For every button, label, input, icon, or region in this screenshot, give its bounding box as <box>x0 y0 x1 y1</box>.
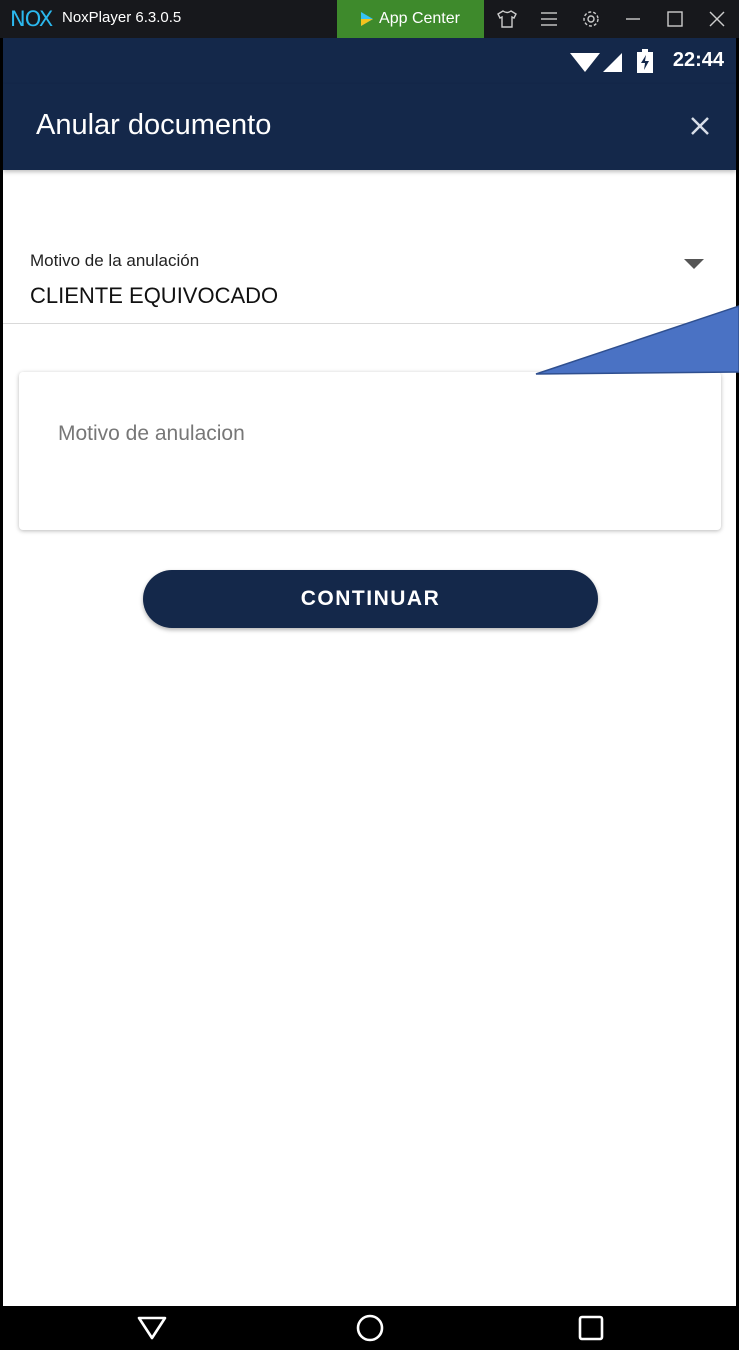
back-icon[interactable] <box>135 1313 169 1343</box>
shirt-icon[interactable] <box>496 8 518 30</box>
nox-logo: NOX <box>10 7 53 31</box>
emulator-title: NoxPlayer 6.3.0.5 <box>62 9 182 26</box>
android-nav-bar <box>3 1306 736 1350</box>
play-store-icon <box>361 12 374 26</box>
battery-charging-icon <box>637 49 653 73</box>
maximize-icon[interactable] <box>664 8 686 30</box>
reason-text-input[interactable] <box>58 422 658 446</box>
recents-icon[interactable] <box>574 1313 608 1343</box>
home-icon[interactable] <box>353 1313 387 1343</box>
close-window-icon[interactable] <box>706 8 728 30</box>
minimize-icon[interactable] <box>622 8 644 30</box>
emulator-titlebar: NOX NoxPlayer 6.3.0.5 App Center <box>0 0 739 38</box>
dropdown-arrow-icon[interactable] <box>684 259 704 269</box>
reason-select-value: CLIENTE EQUIVOCADO <box>30 283 279 308</box>
reason-text-card <box>19 372 721 530</box>
status-time: 22:44 <box>672 49 724 71</box>
reason-select-label: Motivo de la anulación <box>30 251 200 270</box>
continue-button[interactable]: CONTINUAR <box>143 570 598 628</box>
settings-icon[interactable] <box>580 8 602 30</box>
app-bar: Anular documento <box>3 84 736 170</box>
page-title: Anular documento <box>36 109 272 141</box>
phone-screen: 22:44 Anular documento Motivo de la anul… <box>3 38 736 1350</box>
reason-select[interactable]: Motivo de la anulación CLIENTE EQUIVOCAD… <box>3 238 736 324</box>
close-icon[interactable] <box>686 112 714 140</box>
app-center-label: App Center <box>379 10 460 27</box>
wifi-icon <box>570 53 600 72</box>
status-bar: 22:44 <box>3 38 736 84</box>
menu-icon[interactable] <box>538 8 560 30</box>
signal-icon <box>603 53 622 72</box>
continue-button-label: CONTINUAR <box>300 587 441 610</box>
app-center-button[interactable]: App Center <box>337 0 484 38</box>
